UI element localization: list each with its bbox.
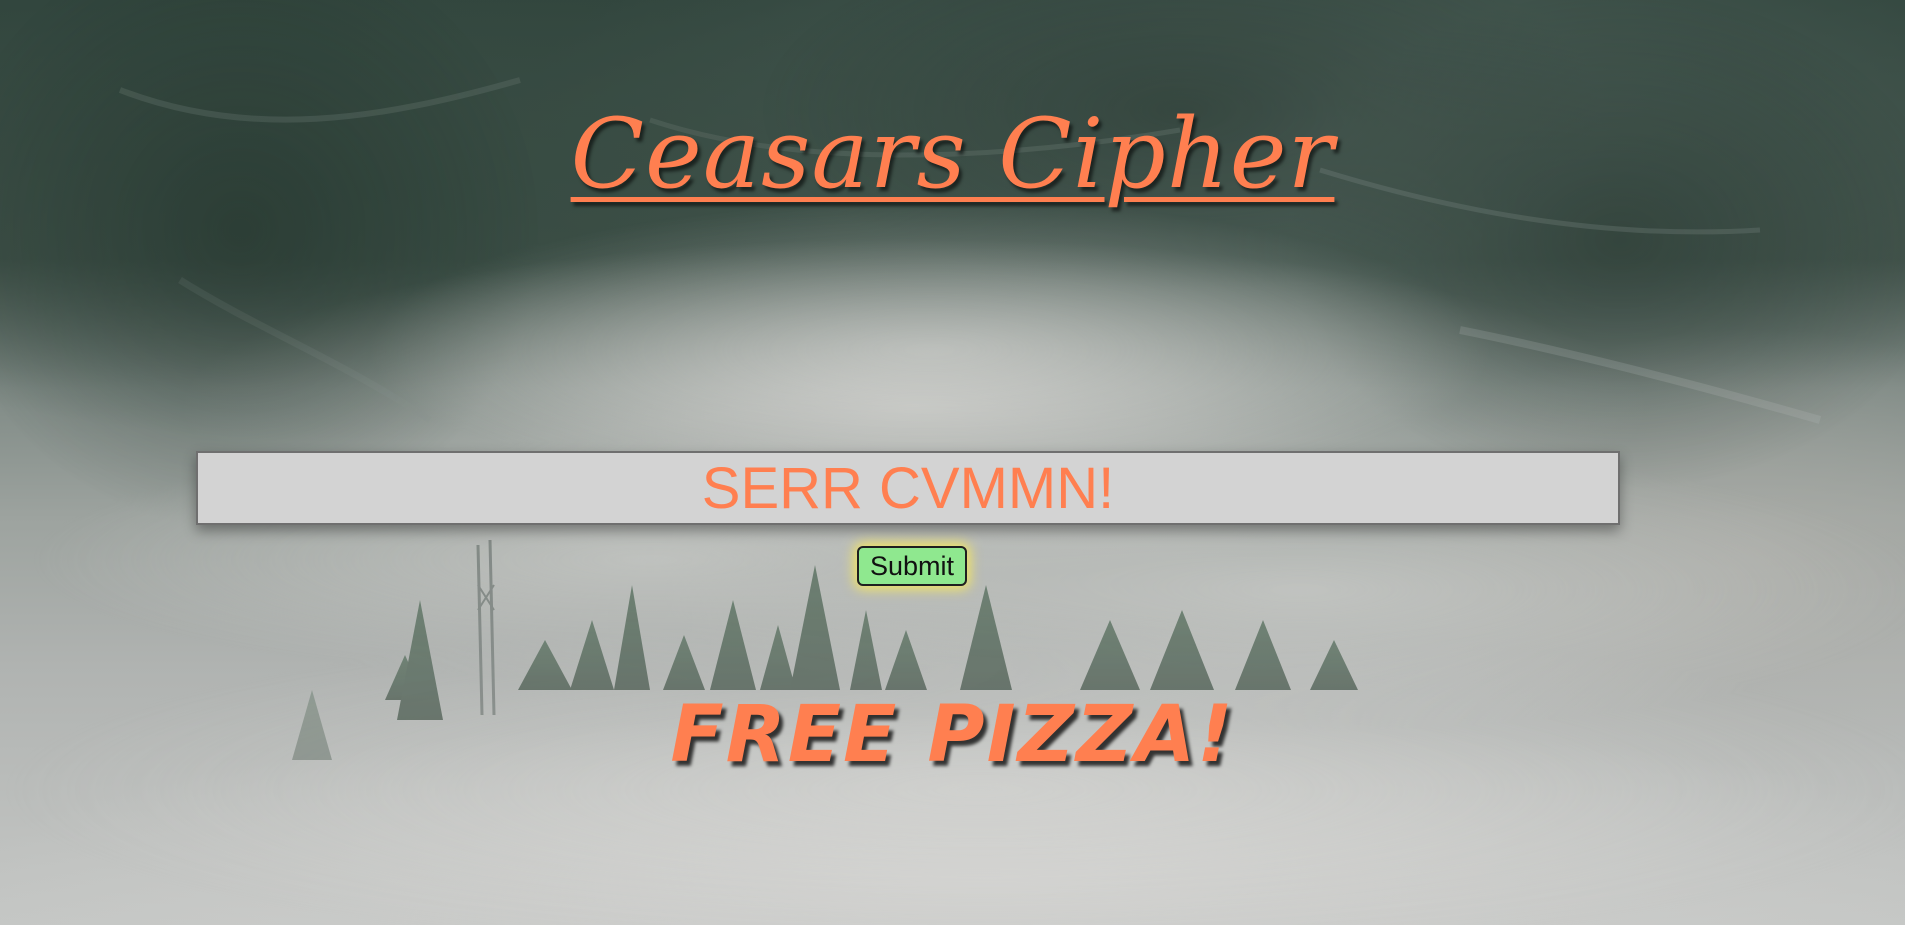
radio-tower — [476, 539, 496, 716]
page-title: Ceasars Cipher — [570, 98, 1335, 211]
page-background: Ceasars Cipher Submit FREE PIZZA! — [0, 0, 1905, 925]
dark-cliff-right — [1290, 0, 1905, 490]
rock-streak — [178, 277, 432, 423]
cipher-input[interactable] — [198, 453, 1618, 523]
rock-streak — [1459, 326, 1822, 424]
cipher-input-container — [196, 451, 1620, 525]
submit-button[interactable]: Submit — [857, 546, 967, 586]
decoded-message: FREE PIZZA! — [670, 690, 1235, 780]
